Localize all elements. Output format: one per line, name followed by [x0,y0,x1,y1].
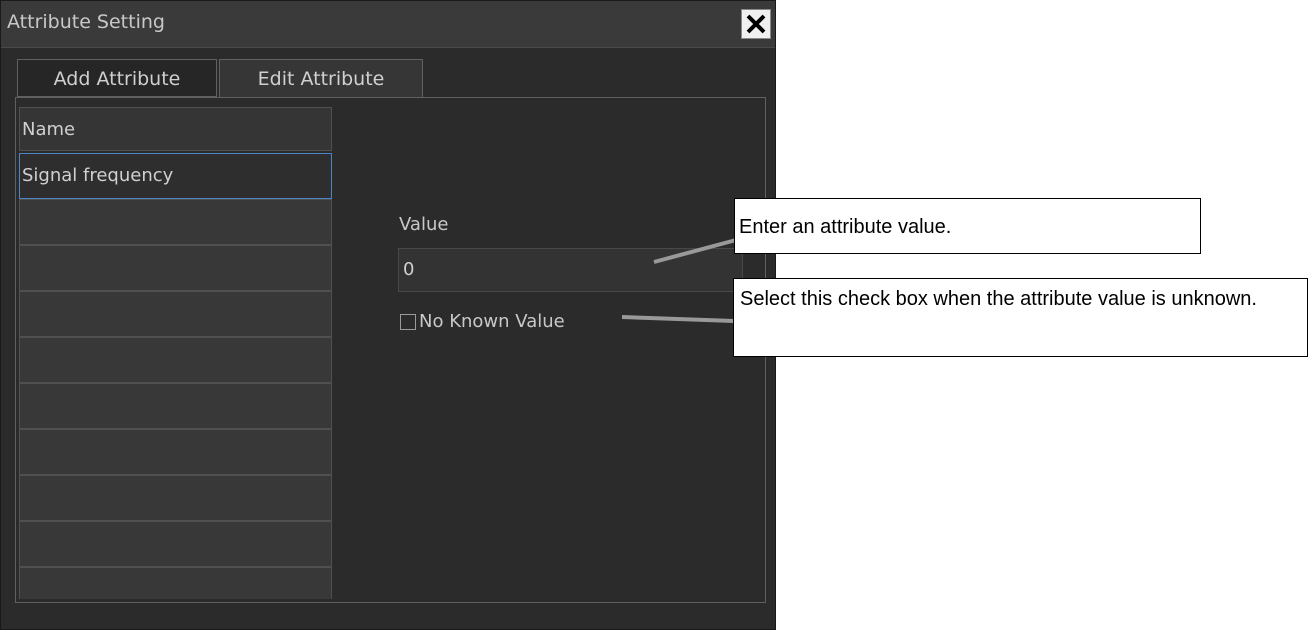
leader-line-checkbox [621,315,735,323]
callout-value: Enter an attribute value. [734,198,1201,254]
leader-line-value [653,238,737,264]
callout-no-known-value: Select this check box when the attribute… [733,278,1308,357]
